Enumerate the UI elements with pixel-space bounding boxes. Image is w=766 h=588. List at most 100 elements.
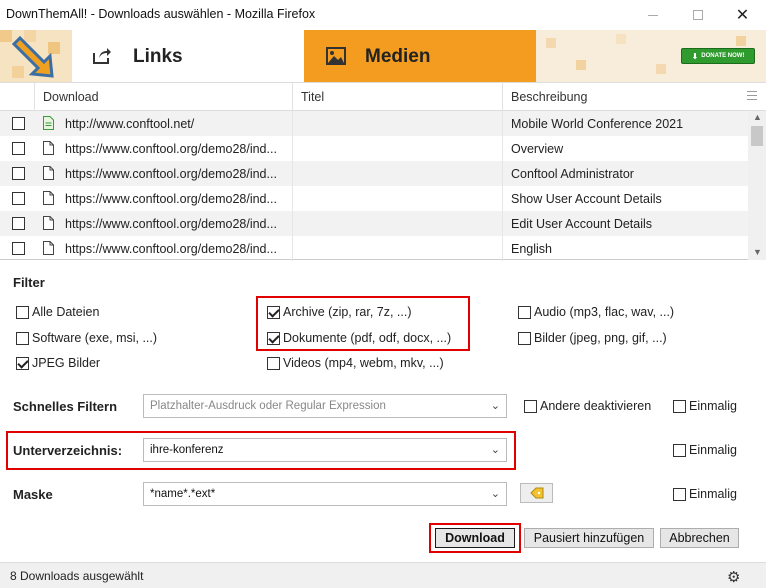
minimize-button[interactable] — [630, 0, 675, 30]
row-checkbox[interactable] — [12, 192, 25, 205]
tab-banner: Links Medien ⬇ DONATE NOW! — [0, 30, 766, 82]
donate-label: DONATE NOW! — [701, 53, 745, 59]
filter-jpeg-bilder[interactable]: JPEG Bilder — [16, 356, 100, 370]
gear-icon[interactable]: ⚙ — [727, 568, 740, 586]
row-description: English — [511, 242, 552, 256]
chevron-down-icon[interactable]: ⌄ — [491, 443, 500, 456]
mask-once-option[interactable]: Einmalig — [673, 487, 737, 501]
filter-checkbox[interactable] — [267, 356, 280, 370]
row-description: Mobile World Conference 2021 — [511, 117, 684, 131]
row-checkbox[interactable] — [12, 142, 25, 155]
subdir-input[interactable]: ihre-konferenz ⌄ — [143, 438, 507, 462]
filter-label: Videos (mp4, webm, mkv, ...) — [283, 356, 444, 370]
scroll-down-icon[interactable]: ▼ — [753, 247, 762, 257]
table-row[interactable]: https://www.conftool.org/demo28/ind... E… — [0, 236, 748, 261]
row-description: Edit User Account Details — [511, 217, 653, 231]
chevron-down-icon[interactable]: ⌄ — [491, 399, 500, 412]
image-icon — [326, 47, 346, 65]
mask-label: Maske — [13, 487, 53, 502]
file-icon — [43, 141, 54, 155]
column-header-titel[interactable]: Titel — [301, 90, 324, 104]
column-header-download[interactable]: Download — [43, 90, 99, 104]
row-description: Conftool Administrator — [511, 167, 634, 181]
chevron-down-icon[interactable]: ⌄ — [491, 487, 500, 500]
filter-label: Archive (zip, rar, 7z, ...) — [283, 305, 412, 319]
filter-checkbox[interactable] — [16, 305, 29, 319]
row-url: https://www.conftool.org/demo28/ind... — [65, 167, 277, 181]
minimize-icon — [647, 14, 658, 16]
quickfilter-once-checkbox[interactable] — [673, 399, 686, 413]
table-row[interactable]: https://www.conftool.org/demo28/ind... O… — [0, 136, 748, 161]
html-file-icon — [43, 116, 54, 130]
mask-tags-button[interactable] — [520, 483, 553, 503]
quickfilter-once-label: Einmalig — [689, 399, 737, 413]
table-row[interactable]: http://www.conftool.net/ Mobile World Co… — [0, 111, 748, 136]
quickfilter-input[interactable]: Platzhalter-Ausdruck oder Regular Expres… — [143, 394, 507, 418]
pause-add-button[interactable]: Pausiert hinzufügen — [524, 528, 654, 548]
tab-links[interactable]: Links — [72, 30, 304, 82]
table-row[interactable]: https://www.conftool.org/demo28/ind... S… — [0, 186, 748, 211]
mask-input[interactable]: *name*.*ext* ⌄ — [143, 482, 507, 506]
row-url: https://www.conftool.org/demo28/ind... — [65, 142, 277, 156]
filter-dokumente[interactable]: Dokumente (pdf, odf, docx, ...) — [267, 331, 451, 345]
table-row[interactable]: https://www.conftool.org/demo28/ind... E… — [0, 211, 748, 236]
scroll-thumb[interactable] — [751, 126, 763, 146]
donate-button[interactable]: ⬇ DONATE NOW! — [681, 48, 755, 64]
row-checkbox[interactable] — [12, 167, 25, 180]
filter-checkbox[interactable] — [267, 331, 280, 345]
filter-checkbox[interactable] — [16, 331, 29, 345]
maximize-icon — [692, 10, 703, 20]
tab-medien[interactable]: Medien — [304, 30, 536, 82]
subdir-once-checkbox[interactable] — [673, 443, 686, 457]
row-checkbox[interactable] — [12, 217, 25, 230]
filter-checkbox[interactable] — [267, 305, 280, 319]
disable-others-option[interactable]: Andere deaktivieren — [524, 399, 651, 413]
filter-bilder[interactable]: Bilder (jpeg, png, gif, ...) — [518, 331, 667, 345]
filter-checkbox[interactable] — [518, 331, 531, 345]
disable-others-checkbox[interactable] — [524, 399, 537, 413]
row-url: https://www.conftool.org/demo28/ind... — [65, 192, 277, 206]
quickfilter-once-option[interactable]: Einmalig — [673, 399, 737, 413]
filter-label: Audio (mp3, flac, wav, ...) — [534, 305, 675, 319]
quickfilter-placeholder: Platzhalter-Ausdruck oder Regular Expres… — [150, 400, 386, 412]
row-url: http://www.conftool.net/ — [65, 117, 195, 131]
filter-audio[interactable]: Audio (mp3, flac, wav, ...) — [518, 305, 674, 319]
tag-icon — [529, 487, 543, 499]
filter-videos[interactable]: Videos (mp4, webm, mkv, ...) — [267, 356, 444, 370]
subdir-once-option[interactable]: Einmalig — [673, 443, 737, 457]
download-arrow-icon: ⬇ — [691, 51, 699, 61]
filter-title: Filter — [13, 275, 45, 290]
downthemall-logo — [0, 30, 72, 82]
row-description: Show User Account Details — [511, 192, 662, 206]
filter-archive[interactable]: Archive (zip, rar, 7z, ...) — [267, 305, 412, 319]
row-checkbox[interactable] — [12, 242, 25, 255]
filter-label: Alle Dateien — [32, 305, 100, 319]
file-icon — [43, 241, 54, 255]
cancel-button[interactable]: Abbrechen — [660, 528, 739, 548]
mask-once-checkbox[interactable] — [673, 487, 686, 501]
subdir-value: ihre-konferenz — [150, 444, 224, 456]
table-header: Download Titel Beschreibung — [0, 83, 766, 111]
filter-checkbox[interactable] — [16, 356, 29, 370]
table-scrollbar[interactable]: ▲ ▼ — [748, 111, 766, 260]
column-menu-icon[interactable] — [747, 91, 757, 103]
row-checkbox[interactable] — [12, 117, 25, 130]
file-icon — [43, 166, 54, 180]
filter-software[interactable]: Software (exe, msi, ...) — [16, 331, 157, 345]
filter-label: Software (exe, msi, ...) — [32, 331, 158, 345]
tab-links-label: Links — [133, 46, 183, 67]
filter-alle-dateien[interactable]: Alle Dateien — [16, 305, 99, 319]
subdir-once-label: Einmalig — [689, 443, 737, 457]
column-header-beschreibung[interactable]: Beschreibung — [511, 90, 587, 104]
status-text: 8 Downloads ausgewählt — [10, 569, 144, 583]
close-button[interactable]: ✕ — [720, 0, 765, 30]
disable-others-label: Andere deaktivieren — [540, 399, 652, 413]
filter-label: JPEG Bilder — [32, 356, 101, 370]
file-icon — [43, 216, 54, 230]
scroll-up-icon[interactable]: ▲ — [753, 112, 762, 122]
subdir-label: Unterverzeichnis: — [13, 443, 123, 458]
table-row[interactable]: https://www.conftool.org/demo28/ind... C… — [0, 161, 748, 186]
download-button[interactable]: Download — [435, 528, 515, 548]
filter-checkbox[interactable] — [518, 305, 531, 319]
maximize-button[interactable] — [675, 0, 720, 30]
